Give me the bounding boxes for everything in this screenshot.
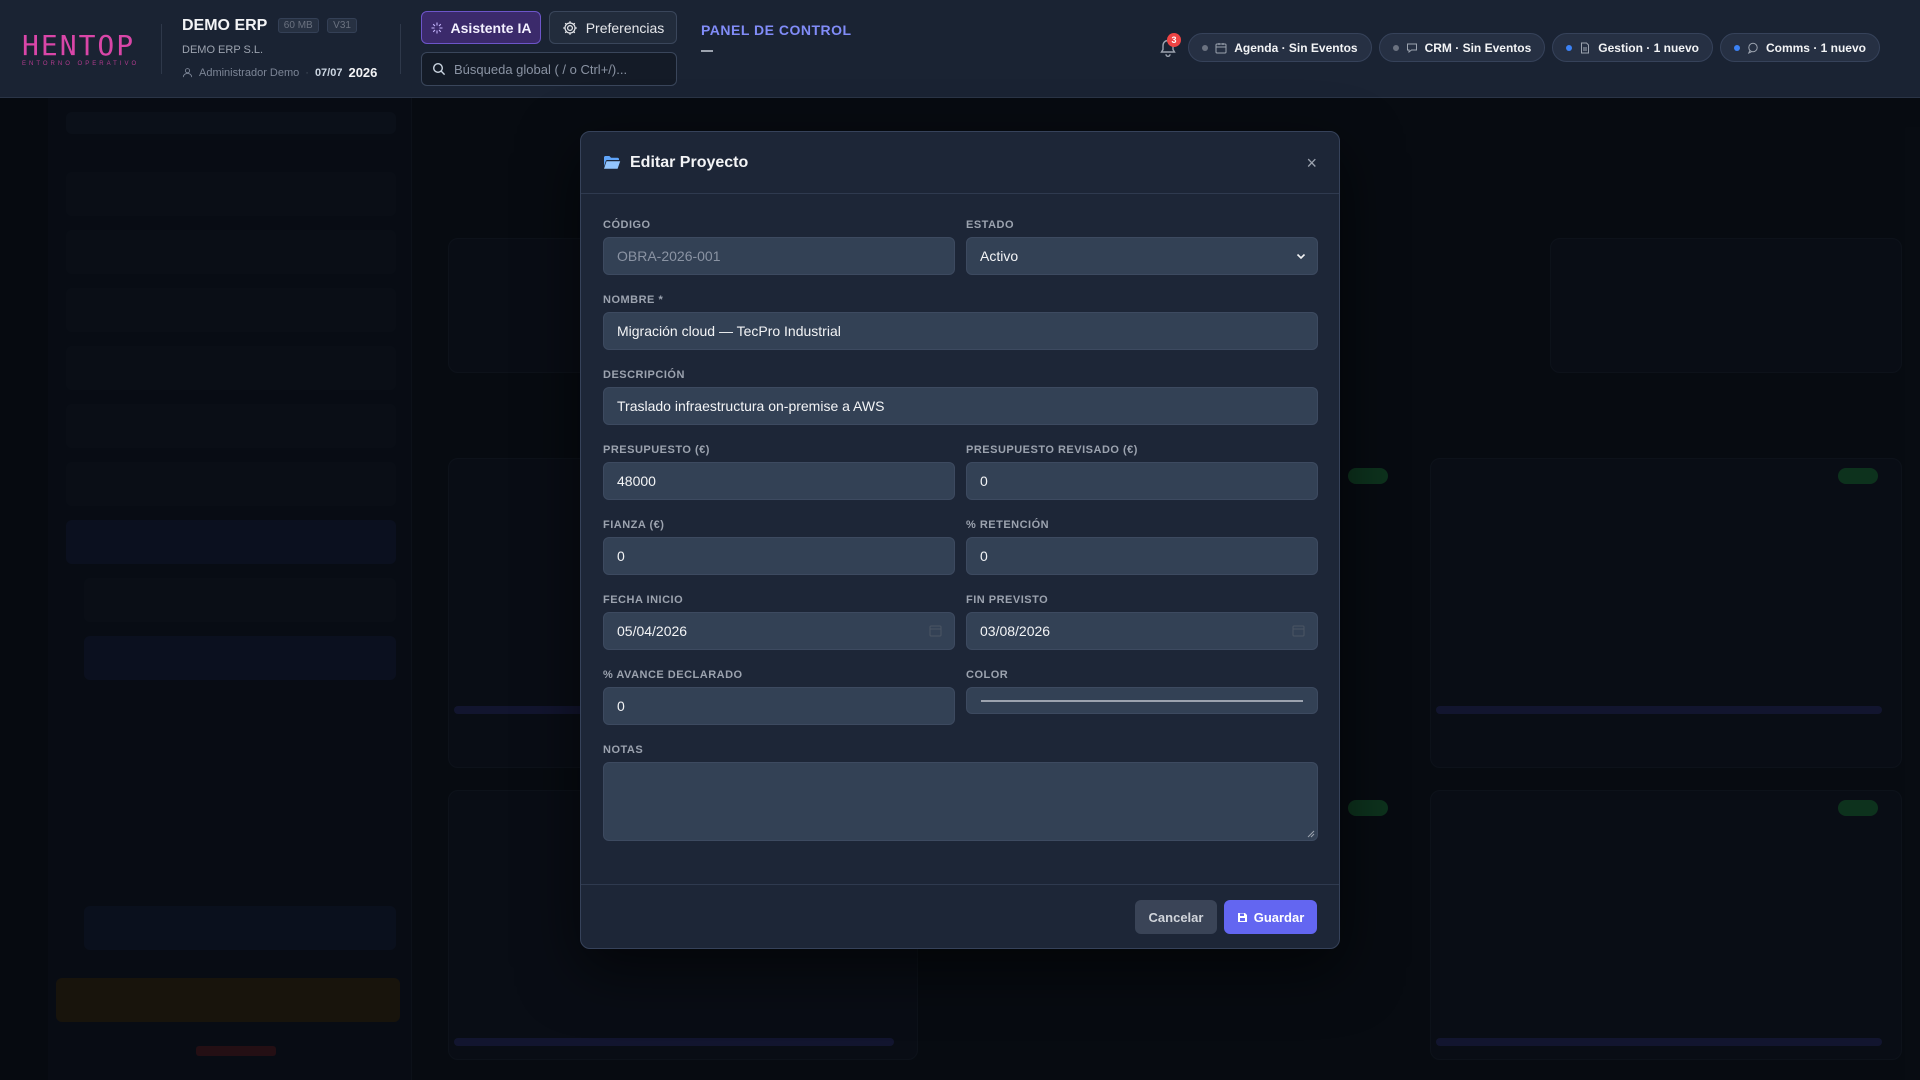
gear-icon	[562, 20, 577, 35]
folder-open-icon	[604, 156, 621, 169]
status-dot	[1566, 44, 1573, 51]
descripcion-label: DESCRIPCIÓN	[603, 369, 685, 381]
search-input[interactable]	[454, 61, 664, 77]
notas-label: NOTAS	[603, 744, 644, 756]
title-underline	[701, 50, 713, 52]
chip-label: Gestion · 1 nuevo	[1598, 40, 1699, 55]
fianza-label: FIANZA (€)	[603, 519, 665, 531]
modal-title: Editar Proyecto	[630, 153, 749, 171]
preferences-label: Preferencias	[585, 19, 665, 36]
fin-previsto-field[interactable]: 03/08/2026	[966, 612, 1318, 650]
logo-subtitle: ENTORNO OPERATIVO	[22, 61, 140, 67]
top-bar: HENTOP ENTORNO OPERATIVO DEMO ERP 60 MB …	[0, 0, 1920, 98]
codigo-field: OBRA-2026-001	[603, 237, 955, 275]
notification-badge: 3	[1167, 33, 1181, 47]
page-title: PANEL DE CONTROL	[701, 22, 852, 38]
presupuesto-revisado-field[interactable]: 0	[966, 462, 1318, 500]
ai-assistant-button[interactable]: Asistente IA	[421, 11, 541, 44]
save-label: Guardar	[1253, 909, 1305, 925]
estado-select[interactable]: Activo	[966, 237, 1318, 275]
divider	[400, 24, 401, 74]
global-search[interactable]	[421, 52, 677, 86]
descripcion-field[interactable]: Traslado infraestructura on-premise a AW…	[603, 387, 1318, 425]
calendar-icon[interactable]	[929, 624, 942, 637]
user-icon	[182, 68, 193, 78]
status-dot	[1733, 44, 1740, 51]
fianza-field[interactable]: 0	[603, 537, 955, 575]
chip-crm[interactable]: CRM · Sin Eventos	[1378, 33, 1546, 62]
version-badge: V31	[327, 18, 357, 33]
calendar-icon[interactable]	[1292, 624, 1305, 637]
fecha-inicio-value: 05/04/2026	[617, 623, 688, 639]
avance-label: % AVANCE DECLARADO	[603, 669, 743, 681]
user-name: Administrador Demo	[199, 66, 300, 79]
company-legal-name: DEMO ERP S.L.	[182, 44, 264, 56]
user-line: Administrador Demo · 07/07 2026	[182, 65, 377, 80]
presupuesto-label: PRESUPUESTO (€)	[603, 444, 710, 456]
calendar-icon	[1215, 42, 1227, 53]
status-dot	[1392, 44, 1399, 51]
retencion-field[interactable]: 0	[966, 537, 1318, 575]
chat-icon	[1747, 42, 1758, 54]
presupuesto-field[interactable]: 48000	[603, 462, 955, 500]
modal-footer: Cancelar Guardar	[581, 884, 1339, 948]
edit-project-modal: Editar Proyecto × CÓDIGO OBRA-2026-001 E…	[580, 131, 1340, 949]
current-date: 07/07	[314, 66, 343, 79]
codigo-label: CÓDIGO	[603, 219, 651, 231]
fin-previsto-label: FIN PREVISTO	[966, 594, 1049, 606]
ai-assistant-label: Asistente IA	[450, 19, 532, 36]
save-button[interactable]: Guardar	[1224, 900, 1317, 934]
close-icon[interactable]: ×	[1306, 154, 1317, 172]
estado-value: Activo	[980, 248, 1019, 264]
resize-handle-icon[interactable]	[1307, 830, 1315, 838]
chip-label: CRM · Sin Eventos	[1424, 40, 1532, 55]
preferences-button[interactable]: Preferencias	[549, 11, 677, 44]
fin-previsto-value: 03/08/2026	[980, 623, 1051, 639]
save-icon	[1237, 912, 1247, 922]
fecha-inicio-field[interactable]: 05/04/2026	[603, 612, 955, 650]
message-icon	[1406, 43, 1417, 53]
current-year[interactable]: 2026	[348, 65, 377, 80]
color-picker[interactable]	[966, 687, 1318, 714]
chip-label: Comms · 1 nuevo	[1765, 40, 1866, 55]
company-name: DEMO ERP	[182, 17, 268, 34]
chevron-down-icon	[1296, 253, 1306, 260]
divider	[161, 24, 162, 74]
fecha-inicio-label: FECHA INICIO	[603, 594, 684, 606]
search-icon	[432, 62, 446, 76]
notas-textarea[interactable]	[603, 762, 1318, 841]
nombre-field[interactable]: Migración cloud — TecPro Industrial	[603, 312, 1318, 350]
app-logo[interactable]: HENTOP ENTORNO OPERATIVO	[22, 29, 142, 68]
color-label: COLOR	[966, 669, 1009, 681]
chip-gestion[interactable]: Gestion · 1 nuevo	[1552, 33, 1713, 62]
sparkle-icon	[431, 22, 443, 33]
estado-label: ESTADO	[966, 219, 1015, 231]
status-chips: Agenda · Sin Eventos CRM · Sin Eventos G…	[1188, 33, 1880, 62]
avance-field[interactable]: 0	[603, 687, 955, 725]
nombre-label: NOMBRE *	[603, 294, 664, 306]
presupuesto-revisado-label: PRESUPUESTO REVISADO (€)	[966, 444, 1138, 456]
status-dot	[1202, 44, 1209, 51]
logo-text: HENTOP	[22, 29, 136, 62]
chip-agenda[interactable]: Agenda · Sin Eventos	[1188, 33, 1372, 62]
document-icon	[1581, 42, 1590, 53]
modal-header: Editar Proyecto	[581, 132, 1339, 194]
retencion-label: % RETENCIÓN	[966, 519, 1050, 531]
color-swatch	[981, 700, 1303, 702]
storage-badge: 60 MB	[277, 18, 319, 33]
chip-comms[interactable]: Comms · 1 nuevo	[1719, 33, 1880, 62]
chip-label: Agenda · Sin Eventos	[1234, 40, 1358, 55]
company-info: DEMO ERP 60 MB V31 DEMO ERP S.L. Adminis…	[182, 17, 377, 80]
cancel-button[interactable]: Cancelar	[1135, 900, 1217, 934]
